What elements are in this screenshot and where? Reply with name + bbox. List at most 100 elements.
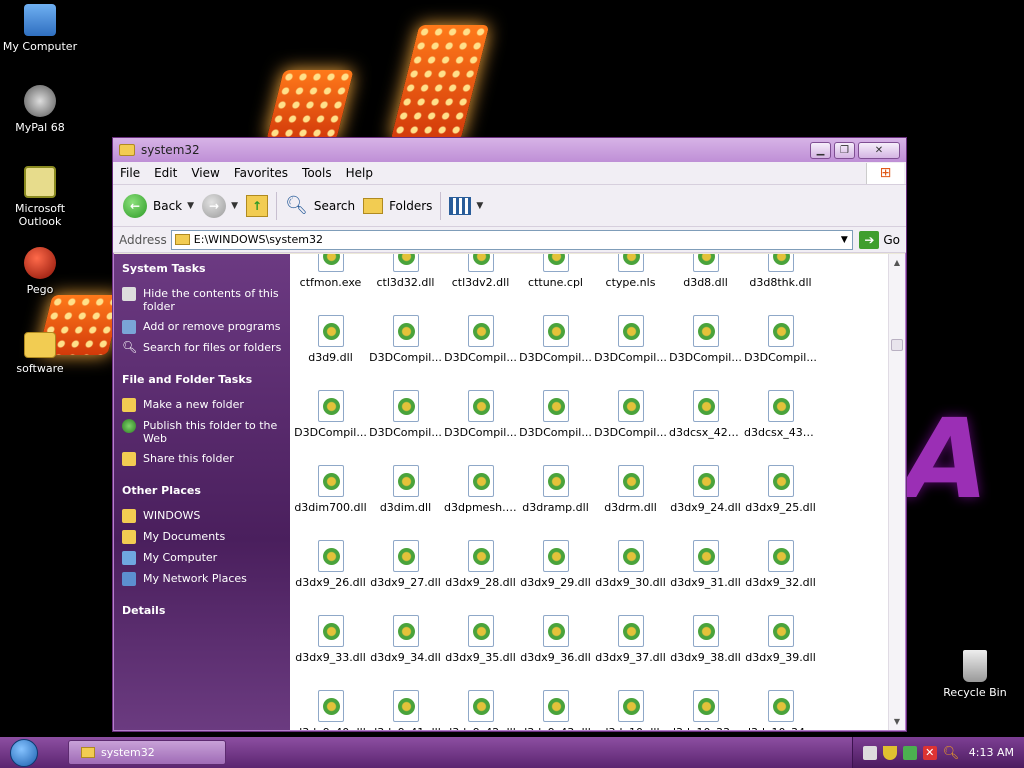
file-item[interactable]: d3dx9_26.dll — [293, 532, 368, 607]
address-input[interactable]: E:\WINDOWS\system32 ▼ — [170, 229, 854, 250]
scroll-thumb[interactable] — [891, 339, 903, 351]
clock[interactable]: 4:13 AM — [969, 746, 1014, 759]
back-button[interactable]: ← Back ▼ — [123, 193, 194, 218]
desktop-icon-my-computer[interactable]: My Computer — [0, 4, 80, 53]
place-my-network[interactable]: My Network Places — [122, 572, 282, 586]
group-title[interactable]: Details — [122, 604, 282, 617]
desktop-icon-software[interactable]: software — [0, 328, 80, 375]
shield-icon[interactable] — [882, 745, 897, 760]
start-button[interactable] — [0, 737, 48, 768]
file-item[interactable]: d3dx9_42.dll — [443, 682, 518, 730]
file-item[interactable]: D3DCompil... — [368, 307, 443, 382]
desktop-icon-recycle-bin[interactable]: Recycle Bin — [935, 650, 1015, 699]
file-item[interactable]: d3dx9_43.dll — [518, 682, 593, 730]
task-publish-web[interactable]: Publish this folder to the Web — [122, 419, 282, 445]
file-item[interactable]: d3dx9_35.dll — [443, 607, 518, 682]
task-hide-contents[interactable]: Hide the contents of this folder — [122, 287, 282, 313]
vertical-scrollbar[interactable]: ▲ ▼ — [888, 254, 905, 730]
file-item[interactable]: D3DCompil... — [743, 307, 818, 382]
file-item[interactable]: d3d8thk.dll — [743, 254, 818, 307]
file-item[interactable]: D3DCompil... — [518, 382, 593, 457]
views-button[interactable]: ▼ — [449, 196, 483, 215]
file-item[interactable]: d3dx9_37.dll — [593, 607, 668, 682]
menu-favorites[interactable]: Favorites — [227, 166, 295, 180]
file-item[interactable]: D3DCompil... — [443, 382, 518, 457]
file-item[interactable]: d3dx9_38.dll — [668, 607, 743, 682]
scroll-up-icon[interactable]: ▲ — [889, 254, 905, 271]
file-item[interactable]: d3dx9_40.dll — [293, 682, 368, 730]
chevron-down-icon[interactable]: ▼ — [231, 201, 238, 211]
file-item[interactable]: d3dx9_32.dll — [743, 532, 818, 607]
up-button[interactable]: ↑ — [245, 194, 268, 217]
minimize-button[interactable]: ▁ — [810, 141, 831, 159]
menu-view[interactable]: View — [184, 166, 226, 180]
file-item[interactable]: D3DCompil... — [593, 382, 668, 457]
file-item[interactable]: d3dx10_34.dll — [743, 682, 818, 730]
file-item[interactable]: d3dx9_28.dll — [443, 532, 518, 607]
file-item[interactable]: d3dx9_33.dll — [293, 607, 368, 682]
task-add-remove-programs[interactable]: Add or remove programs — [122, 320, 282, 334]
file-item[interactable]: D3DCompil... — [293, 382, 368, 457]
close-button[interactable]: ✕ — [858, 141, 900, 159]
file-item[interactable]: d3dx9_34.dll — [368, 607, 443, 682]
file-item[interactable]: D3DCompil... — [593, 307, 668, 382]
file-item[interactable]: d3dx9_30.dll — [593, 532, 668, 607]
menu-file[interactable]: File — [113, 166, 147, 180]
file-item[interactable]: d3drm.dll — [593, 457, 668, 532]
file-item[interactable]: ctl3d32.dll — [368, 254, 443, 307]
desktop-icon-mypal[interactable]: MyPal 68 — [0, 85, 80, 134]
menu-help[interactable]: Help — [339, 166, 380, 180]
chevron-down-icon[interactable]: ▼ — [187, 201, 194, 211]
scroll-down-icon[interactable]: ▼ — [889, 713, 905, 730]
menu-tools[interactable]: Tools — [295, 166, 339, 180]
network-icon[interactable] — [902, 745, 917, 760]
file-item[interactable]: d3dx9_39.dll — [743, 607, 818, 682]
keyboard-icon[interactable] — [862, 745, 877, 760]
file-item[interactable]: d3dim700.dll — [293, 457, 368, 532]
place-my-documents[interactable]: My Documents — [122, 530, 282, 544]
chevron-down-icon[interactable]: ▼ — [836, 235, 852, 245]
file-item[interactable]: d3dx10_33.dll — [668, 682, 743, 730]
menu-edit[interactable]: Edit — [147, 166, 184, 180]
search-button[interactable]: 🔍︎ Search — [285, 195, 355, 216]
file-item[interactable]: d3dx9_41.dll — [368, 682, 443, 730]
file-item[interactable]: d3dramp.dll — [518, 457, 593, 532]
task-share-folder[interactable]: Share this folder — [122, 452, 282, 466]
maximize-button[interactable]: ❐ — [834, 141, 855, 159]
task-search-files[interactable]: 🔍︎ Search for files or folders — [122, 341, 282, 355]
taskbar-button-system32[interactable]: system32 — [68, 740, 226, 765]
file-item[interactable]: d3dcsx_42.dll — [668, 382, 743, 457]
file-item[interactable]: ctype.nls — [593, 254, 668, 307]
file-item[interactable]: D3DCompil... — [443, 307, 518, 382]
file-item[interactable]: cttune.cpl — [518, 254, 593, 307]
search-icon[interactable]: 🔍︎ — [943, 746, 960, 761]
group-title[interactable]: Other Places — [122, 484, 282, 497]
file-item[interactable]: d3dpmesh.dll — [443, 457, 518, 532]
file-item[interactable]: D3DCompil... — [668, 307, 743, 382]
group-title[interactable]: System Tasks — [122, 262, 282, 275]
desktop-icon-outlook[interactable]: Microsoft Outlook — [0, 166, 80, 228]
task-new-folder[interactable]: Make a new folder — [122, 398, 282, 412]
file-item[interactable]: d3dx9_31.dll — [668, 532, 743, 607]
place-my-computer[interactable]: My Computer — [122, 551, 282, 565]
go-button[interactable]: ➔ Go — [859, 230, 900, 249]
file-item[interactable]: D3DCompil... — [518, 307, 593, 382]
title-bar[interactable]: system32 ▁ ❐ ✕ — [113, 138, 906, 162]
file-item[interactable]: d3d8.dll — [668, 254, 743, 307]
file-item[interactable]: d3dim.dll — [368, 457, 443, 532]
folders-button[interactable]: Folders — [363, 197, 432, 214]
file-item[interactable]: D3DCompil... — [368, 382, 443, 457]
group-title[interactable]: File and Folder Tasks — [122, 373, 282, 386]
file-item[interactable]: ctl3dv2.dll — [443, 254, 518, 307]
error-icon[interactable]: ✕ — [922, 745, 937, 760]
forward-button[interactable]: → ▼ — [202, 193, 238, 218]
desktop-icon-pego[interactable]: Pego — [0, 247, 80, 296]
file-item[interactable]: d3dx9_25.dll — [743, 457, 818, 532]
file-item[interactable]: d3dx9_24.dll — [668, 457, 743, 532]
file-item[interactable]: d3dcsx_43.dll — [743, 382, 818, 457]
file-item[interactable]: ctfmon.exe — [293, 254, 368, 307]
file-item[interactable]: d3dx10.dll — [593, 682, 668, 730]
file-item[interactable]: d3d9.dll — [293, 307, 368, 382]
file-item[interactable]: d3dx9_36.dll — [518, 607, 593, 682]
place-windows[interactable]: WINDOWS — [122, 509, 282, 523]
